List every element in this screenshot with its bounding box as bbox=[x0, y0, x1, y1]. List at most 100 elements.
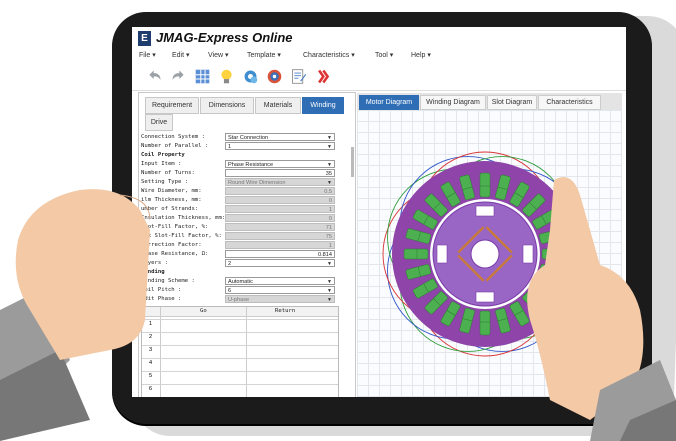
coil-pitch-select[interactable]: 6 ▼ bbox=[225, 286, 335, 294]
tab-slot-diagram[interactable]: Slot Diagram bbox=[487, 95, 537, 110]
wire-diameter-row: Wire Diameter, mm: 0.5 bbox=[141, 187, 337, 196]
magnet-icon[interactable] bbox=[314, 68, 331, 85]
chevron-down-icon: ▼ bbox=[327, 279, 332, 285]
rotor-barrier bbox=[475, 205, 495, 217]
chevron-down-icon: ▼ bbox=[327, 297, 332, 303]
chevron-down-icon: ▾ bbox=[351, 52, 355, 59]
menu-help[interactable]: Help ▾ bbox=[411, 51, 431, 59]
menu-bar: File ▾ Edit ▾ View ▾ Template ▾ Characte… bbox=[132, 50, 626, 64]
column-header-go: Go bbox=[200, 308, 207, 314]
lightbulb-icon[interactable] bbox=[218, 68, 235, 85]
input-item-row: Input Item : Phase Resistance ▼ bbox=[141, 160, 337, 169]
slot-fill-row: Slot-Fill Factor, %: 71 bbox=[141, 223, 337, 232]
edit-phase-select: U-phase ▼ bbox=[225, 295, 335, 303]
correction-row: Correction Factor: 1 bbox=[141, 241, 337, 250]
right-hand-illustration bbox=[527, 177, 676, 441]
rotor-barrier bbox=[475, 291, 495, 303]
layers-select[interactable]: 2 ▼ bbox=[225, 259, 335, 267]
chevron-down-icon: ▼ bbox=[327, 288, 332, 294]
winding-scheme-select[interactable]: Automatic ▼ bbox=[225, 277, 335, 285]
field-label: Input Item : bbox=[141, 161, 182, 167]
stator-slot bbox=[403, 248, 429, 260]
tab-characteristics[interactable]: Characteristics bbox=[538, 95, 601, 110]
slot-fill-input: 71 bbox=[225, 223, 335, 231]
menu-view[interactable]: View ▾ bbox=[208, 51, 229, 59]
gear-icon[interactable] bbox=[242, 68, 259, 85]
layers-row: Layers :2 ▼ bbox=[141, 259, 337, 268]
table-row[interactable]: 5 bbox=[142, 371, 338, 381]
menu-tool[interactable]: Tool ▾ bbox=[375, 51, 393, 59]
app-title: JMAG-Express Online bbox=[156, 30, 293, 45]
motor-icon[interactable] bbox=[266, 68, 283, 85]
tab-winding-diagram[interactable]: Winding Diagram bbox=[420, 95, 486, 110]
tab-motor-diagram[interactable]: Motor Diagram bbox=[359, 95, 419, 110]
menu-template[interactable]: Template ▾ bbox=[247, 51, 281, 59]
field-label: ilm Thickness, mm: bbox=[141, 197, 202, 203]
field-label: Connection System : bbox=[141, 134, 205, 140]
turns-input[interactable]: 35 bbox=[225, 169, 335, 177]
coil-pitch-row: Coil Pitch :6 ▼ bbox=[141, 286, 337, 295]
winding-table: Go Return 1 2 3 4 5 6 bbox=[141, 306, 339, 397]
table-row[interactable]: 4 bbox=[142, 358, 338, 368]
chevron-down-icon: ▾ bbox=[389, 52, 394, 59]
toolbar bbox=[132, 64, 626, 91]
tab-drive[interactable]: Drive bbox=[145, 114, 173, 131]
chevron-down-icon: ▾ bbox=[152, 52, 156, 59]
field-label: Phase Resistance, Ω: bbox=[141, 251, 209, 257]
table-row[interactable]: 6 bbox=[142, 384, 338, 394]
table-row[interactable]: 2 bbox=[142, 332, 338, 342]
redo-icon[interactable] bbox=[170, 68, 187, 85]
field-label: Wire Diameter, mm: bbox=[141, 188, 202, 194]
panel-scrollbar[interactable] bbox=[351, 147, 354, 177]
coil-property-heading: Coil Property bbox=[141, 152, 185, 158]
app-logo: E bbox=[138, 31, 151, 46]
table-row[interactable]: 3 bbox=[142, 345, 338, 355]
chevron-down-icon: ▼ bbox=[327, 180, 332, 186]
tab-materials[interactable]: Materials bbox=[255, 97, 301, 114]
document-edit-icon[interactable] bbox=[290, 68, 307, 85]
phase-resistance-input[interactable]: 0.814 bbox=[225, 250, 335, 258]
insulation-input: 0 bbox=[225, 214, 335, 222]
column-header-return: Return bbox=[275, 308, 296, 314]
chevron-down-icon: ▼ bbox=[327, 261, 332, 267]
field-label: Insulation Thickness, mm: bbox=[141, 215, 226, 221]
winding-scheme-row: Winding Scheme : Automatic ▼ bbox=[141, 277, 337, 286]
insulation-row: Insulation Thickness, mm: 0 bbox=[141, 214, 337, 223]
field-label: Max Slot-Fill Factor, %: bbox=[141, 233, 222, 239]
parallel-select[interactable]: 1 ▼ bbox=[225, 142, 335, 150]
chevron-down-icon: ▼ bbox=[327, 162, 332, 168]
chevron-down-icon: ▼ bbox=[327, 135, 332, 141]
table-icon[interactable] bbox=[194, 68, 211, 85]
edit-phase-row: Edit Phase : U-phase ▼ bbox=[141, 295, 337, 304]
phase-resistance-row: Phase Resistance, Ω: 0.814 bbox=[141, 250, 337, 259]
stator-slot bbox=[479, 310, 491, 336]
strands-input: 1 bbox=[225, 205, 335, 213]
parallel-row: Number of Parallel : 1 ▼ bbox=[141, 142, 337, 151]
table-row[interactable]: 1 bbox=[142, 319, 338, 329]
tab-winding[interactable]: Winding bbox=[302, 97, 344, 114]
tab-dimensions[interactable]: Dimensions bbox=[200, 97, 254, 114]
film-thickness-row: ilm Thickness, mm: 0 bbox=[141, 196, 337, 205]
field-label: Correction Factor: bbox=[141, 242, 202, 248]
input-item-select[interactable]: Phase Resistance ▼ bbox=[225, 160, 335, 168]
film-thickness-input: 0 bbox=[225, 196, 335, 204]
chevron-down-icon: ▾ bbox=[186, 52, 190, 59]
left-hand-illustration bbox=[0, 189, 150, 441]
chevron-down-icon: ▼ bbox=[327, 144, 332, 150]
tab-requirement[interactable]: Requirement bbox=[145, 97, 199, 114]
menu-file[interactable]: File ▾ bbox=[139, 51, 156, 59]
undo-icon[interactable] bbox=[146, 68, 163, 85]
chevron-down-icon: ▾ bbox=[225, 52, 229, 59]
connection-system-row: Connection System : Star Connection ▼ bbox=[141, 133, 337, 142]
connection-system-select[interactable]: Star Connection ▼ bbox=[225, 133, 335, 141]
menu-edit[interactable]: Edit ▾ bbox=[172, 51, 190, 59]
settings-panel: Requirement Dimensions Materials Winding… bbox=[138, 92, 356, 397]
setting-type-row: Setting Type : Round Wire Dimension ▼ bbox=[141, 178, 337, 187]
strands-row: umber of Strands: 1 bbox=[141, 205, 337, 214]
chevron-down-icon: ▾ bbox=[427, 52, 431, 59]
stator-slot bbox=[479, 172, 491, 198]
menu-characteristics[interactable]: Characteristics ▾ bbox=[303, 51, 355, 59]
max-slot-fill-input: 75 bbox=[225, 232, 335, 240]
winding-heading: Winding bbox=[141, 269, 165, 275]
field-label: Number of Parallel : bbox=[141, 143, 209, 149]
